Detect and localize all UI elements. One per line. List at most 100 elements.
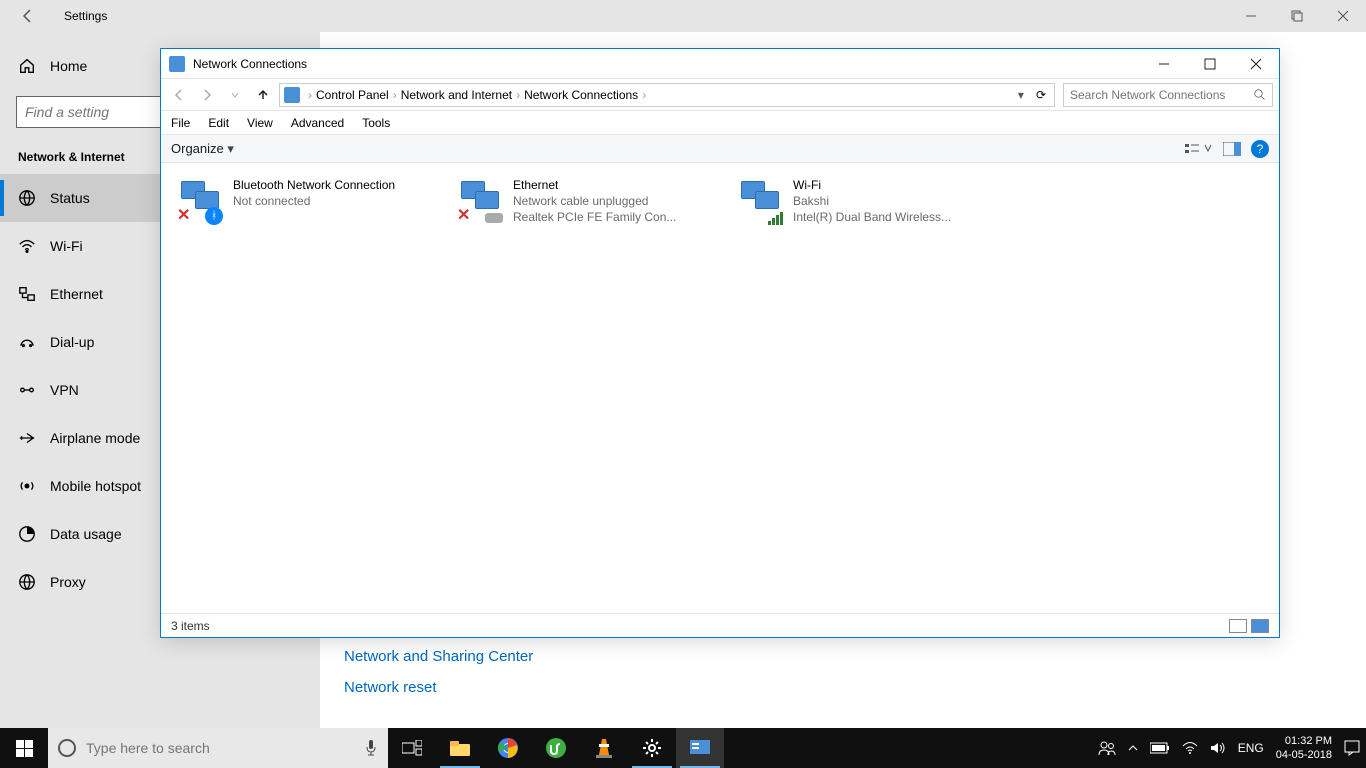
error-icon: ✕ xyxy=(457,205,470,225)
organize-button[interactable]: Organize ▾ xyxy=(171,141,234,157)
explorer-titlebar[interactable]: Network Connections xyxy=(161,49,1279,79)
system-tray: ENG 01:32 PM 04-05-2018 xyxy=(1098,734,1366,762)
connection-name: Ethernet xyxy=(513,177,676,193)
status-icon xyxy=(18,189,36,207)
connection-name: Bluetooth Network Connection xyxy=(233,177,395,193)
sidebar-item-label: Proxy xyxy=(50,574,86,590)
settings-titlebar: Settings xyxy=(0,0,1366,32)
breadcrumb-icon xyxy=(284,87,300,103)
tray-overflow-icon[interactable] xyxy=(1128,744,1138,752)
task-view-button[interactable] xyxy=(388,728,436,768)
breadcrumb[interactable]: › Control Panel › Network and Internet ›… xyxy=(279,83,1055,107)
sidebar-item-label: VPN xyxy=(50,382,79,398)
airplane-icon xyxy=(18,429,36,447)
explorer-search-input[interactable] xyxy=(1070,88,1254,102)
menu-advanced[interactable]: Advanced xyxy=(291,116,344,130)
cortana-icon xyxy=(58,739,76,757)
home-icon xyxy=(18,57,36,75)
breadcrumb-segment[interactable]: Network and Internet xyxy=(401,88,512,102)
tray-lang[interactable]: ENG xyxy=(1238,741,1264,755)
taskbar-app-utorrent[interactable] xyxy=(532,728,580,768)
minimize-button[interactable] xyxy=(1228,0,1274,32)
connection-bluetooth[interactable]: ✕ ᚼ Bluetooth Network Connection Not con… xyxy=(173,173,433,229)
details-view-button[interactable] xyxy=(1229,619,1247,633)
menu-edit[interactable]: Edit xyxy=(208,116,229,130)
connection-adapter: Realtek PCIe FE Family Con... xyxy=(513,209,676,225)
connection-icon: ✕ ᚼ xyxy=(177,177,225,225)
explorer-body[interactable]: ✕ ᚼ Bluetooth Network Connection Not con… xyxy=(161,165,1279,613)
chevron-icon: › xyxy=(393,88,397,102)
connection-adapter: Intel(R) Dual Band Wireless... xyxy=(793,209,951,225)
tray-people-icon[interactable] xyxy=(1098,740,1116,756)
breadcrumb-dropdown[interactable]: ▾ xyxy=(1012,88,1030,102)
connection-ethernet[interactable]: ✕ Ethernet Network cable unplugged Realt… xyxy=(453,173,713,229)
search-icon[interactable] xyxy=(1254,89,1266,101)
status-item-count: 3 items xyxy=(171,619,210,633)
related-link-reset[interactable]: Network reset xyxy=(344,679,533,696)
nav-back-button[interactable] xyxy=(167,83,191,107)
start-button[interactable] xyxy=(0,728,48,768)
signal-icon xyxy=(768,212,783,225)
tray-volume-icon[interactable] xyxy=(1210,741,1226,755)
chevron-icon: › xyxy=(516,88,520,102)
tray-notifications-icon[interactable] xyxy=(1344,740,1360,756)
error-icon: ✕ xyxy=(177,205,190,225)
nav-up-button[interactable] xyxy=(251,83,275,107)
tray-wifi-icon[interactable] xyxy=(1182,741,1198,755)
connection-ssid: Bakshi xyxy=(793,193,951,209)
explorer-icon xyxy=(169,56,185,72)
taskbar-app-explorer[interactable] xyxy=(436,728,484,768)
menu-tools[interactable]: Tools xyxy=(362,116,390,130)
taskbar-app-settings[interactable] xyxy=(628,728,676,768)
dialup-icon xyxy=(18,333,36,351)
sidebar-item-label: Wi-Fi xyxy=(50,238,83,254)
tiles-view-button[interactable] xyxy=(1251,619,1269,633)
view-mode-button[interactable] xyxy=(1185,141,1213,157)
bluetooth-icon: ᚼ xyxy=(205,207,223,225)
taskbar-search[interactable] xyxy=(48,728,388,768)
breadcrumb-segment[interactable]: Control Panel xyxy=(316,88,389,102)
dropdown-icon: ▾ xyxy=(227,141,234,156)
menu-view[interactable]: View xyxy=(247,116,273,130)
connection-icon xyxy=(737,177,785,225)
maximize-button[interactable] xyxy=(1274,0,1320,32)
mic-icon[interactable] xyxy=(364,739,378,757)
clock-date: 04-05-2018 xyxy=(1276,748,1332,762)
taskbar-app-chrome[interactable] xyxy=(484,728,532,768)
explorer-search[interactable] xyxy=(1063,83,1273,107)
vpn-icon xyxy=(18,381,36,399)
ethernet-icon xyxy=(18,285,36,303)
related-link-sharing[interactable]: Network and Sharing Center xyxy=(344,648,533,665)
nav-recent-button[interactable] xyxy=(223,83,247,107)
breadcrumb-segment[interactable]: Network Connections xyxy=(524,88,638,102)
explorer-statusbar: 3 items xyxy=(161,613,1279,637)
nav-forward-button[interactable] xyxy=(195,83,219,107)
connection-status: Not connected xyxy=(233,193,395,209)
datausage-icon xyxy=(18,525,36,543)
close-button[interactable] xyxy=(1320,0,1366,32)
connection-icon: ✕ xyxy=(457,177,505,225)
tray-clock[interactable]: 01:32 PM 04-05-2018 xyxy=(1276,734,1332,762)
exp-minimize-button[interactable] xyxy=(1141,49,1187,79)
taskbar-app-vlc[interactable] xyxy=(580,728,628,768)
wifi-icon xyxy=(18,237,36,255)
connection-name: Wi-Fi xyxy=(793,177,951,193)
sidebar-item-label: Status xyxy=(50,190,90,206)
preview-pane-button[interactable] xyxy=(1223,142,1241,156)
clock-time: 01:32 PM xyxy=(1276,734,1332,748)
tray-battery-icon[interactable] xyxy=(1150,742,1170,754)
chevron-icon: › xyxy=(642,88,646,102)
help-button[interactable]: ? xyxy=(1251,140,1269,158)
home-label: Home xyxy=(50,58,87,74)
explorer-toolbar: Organize ▾ ? xyxy=(161,135,1279,163)
back-button[interactable] xyxy=(20,8,36,24)
exp-maximize-button[interactable] xyxy=(1187,49,1233,79)
menu-file[interactable]: File xyxy=(171,116,190,130)
taskbar-app-controlpanel[interactable] xyxy=(676,728,724,768)
exp-close-button[interactable] xyxy=(1233,49,1279,79)
sidebar-item-label: Airplane mode xyxy=(50,430,140,446)
connection-wifi[interactable]: Wi-Fi Bakshi Intel(R) Dual Band Wireless… xyxy=(733,173,993,229)
refresh-button[interactable]: ⟳ xyxy=(1032,88,1050,102)
explorer-menu: File Edit View Advanced Tools xyxy=(161,111,1279,135)
taskbar-search-input[interactable] xyxy=(86,740,354,756)
